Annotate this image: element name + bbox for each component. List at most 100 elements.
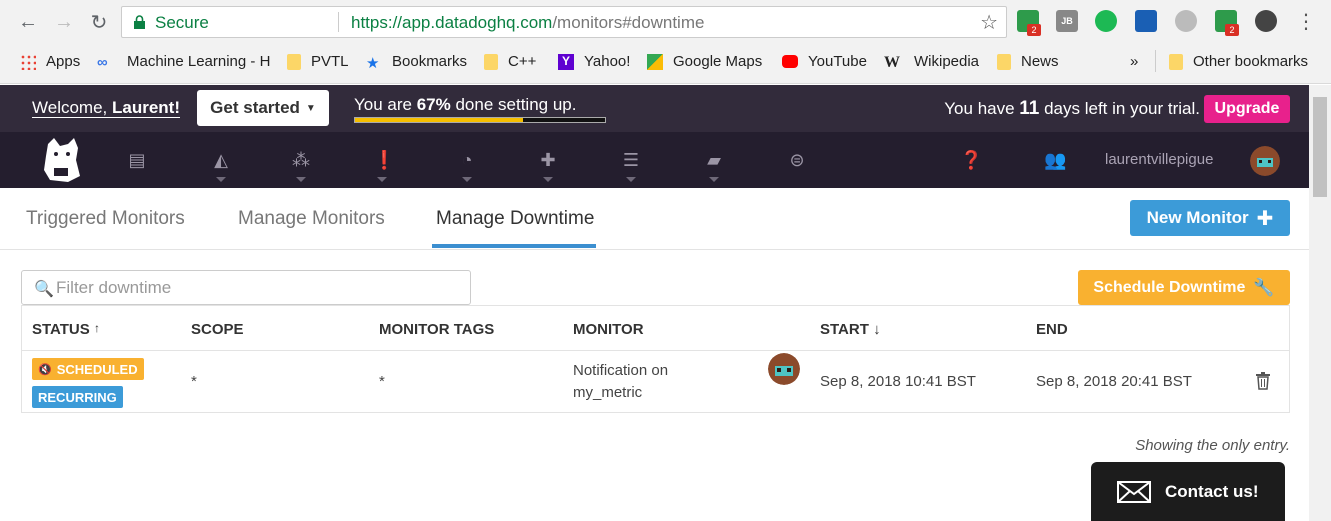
metrics-icon[interactable]: ◭ <box>210 150 232 170</box>
tab-manage-monitors[interactable]: Manage Monitors <box>238 208 385 230</box>
notebooks-caret-icon <box>709 177 719 182</box>
skype-icon[interactable] <box>1175 10 1197 32</box>
column-header-monitor[interactable]: MONITOR <box>573 321 644 338</box>
sort-ascending-icon: ↑ <box>93 321 100 335</box>
sort-descending-icon: ↓ <box>873 321 881 338</box>
bookmark-yahoo[interactable]: Y Yahoo! <box>558 53 630 70</box>
column-header-scope[interactable]: SCOPE <box>191 321 244 338</box>
bookmark-apps[interactable]: Apps <box>20 53 80 70</box>
tab-manage-downtime[interactable]: Manage Downtime <box>436 208 594 230</box>
jetbrains-icon[interactable]: JB <box>1056 10 1078 32</box>
bookmark-google-maps[interactable]: Google Maps <box>647 53 762 70</box>
bookmark-youtube[interactable]: YouTube <box>782 53 867 70</box>
setup-progress-bar <box>354 117 606 123</box>
table-row[interactable]: 🔇 SCHEDULED RECURRING * * Notification o… <box>22 351 1289 413</box>
start-time-cell: Sep 8, 2018 10:41 BST <box>820 373 976 390</box>
tab-triggered-monitors[interactable]: Triggered Monitors <box>26 208 185 230</box>
setup-status: You are 67% done setting up. <box>354 95 577 114</box>
browser-toolbar: ← → ↻ Secure https://app.datadoghq.com/m… <box>0 0 1331 44</box>
apm-gauge-icon[interactable]: ◔ <box>456 150 478 170</box>
downtime-table: STATUS ↑ SCOPE MONITOR TAGS MONITOR STAR… <box>21 305 1290 413</box>
bookmark-news[interactable]: News <box>997 53 1059 70</box>
monitor-name-line1[interactable]: Notification on <box>573 362 668 379</box>
logs-caret-icon <box>626 177 636 182</box>
scope-cell: * <box>191 373 197 390</box>
yahoo-icon: Y <box>558 53 574 70</box>
browser-menu-icon[interactable]: ⋮ <box>1296 9 1316 34</box>
bookmark-wikipedia[interactable]: W Wikipedia <box>884 53 979 71</box>
new-monitor-button[interactable]: New Monitor ✚ <box>1130 200 1290 236</box>
bookmark-star-icon[interactable]: ☆ <box>980 10 998 35</box>
star-icon: ★ <box>366 54 380 72</box>
search-icon: 🔍 <box>34 281 54 298</box>
scrollbar-thumb[interactable] <box>1313 97 1327 197</box>
forward-arrow-icon[interactable]: → <box>52 10 76 34</box>
youtube-icon <box>782 55 798 68</box>
filter-downtime-field[interactable]: 🔍 <box>21 270 471 305</box>
folder-icon <box>287 53 301 70</box>
back-arrow-icon[interactable]: ← <box>16 10 40 34</box>
bookmarks-overflow[interactable]: » <box>1130 53 1138 70</box>
address-bar[interactable]: Secure https://app.datadoghq.com/monitor… <box>121 6 1007 38</box>
schedule-downtime-button[interactable]: Schedule Downtime 🔧 <box>1078 270 1290 305</box>
apm-caret-icon <box>462 177 472 182</box>
integrations-puzzle-icon[interactable]: ✚ <box>537 150 559 170</box>
secure-label: Secure <box>155 13 209 32</box>
bookmark-machine-learning[interactable]: ∞ Machine Learning - H <box>97 53 270 71</box>
bookmark-cpp[interactable]: C++ <box>484 53 536 70</box>
team-icon[interactable]: 👥 <box>1044 150 1066 170</box>
creator-avatar <box>768 353 800 385</box>
bookmark-other[interactable]: Other bookmarks <box>1169 53 1308 70</box>
integrations-caret-icon <box>543 177 553 182</box>
contact-us-button[interactable]: Contact us! <box>1091 462 1285 521</box>
envelope-icon <box>1117 480 1151 503</box>
notebooks-icon[interactable]: ▰ <box>703 150 725 170</box>
extension-badge-2: 2 <box>1225 24 1239 36</box>
muted-speaker-icon: 🔇 <box>38 363 52 376</box>
get-started-button[interactable]: Get started ▼ <box>197 90 329 126</box>
synthetics-icon[interactable]: ⊜ <box>786 150 808 170</box>
trash-icon[interactable] <box>1255 372 1271 390</box>
datadog-logo-icon[interactable] <box>38 136 84 184</box>
status-badge-recurring: RECURRING <box>32 386 123 408</box>
trial-status: You have 11 days left in your trial. <box>944 98 1200 119</box>
folder-icon <box>997 53 1011 70</box>
wrench-icon: 🔧 <box>1253 277 1275 297</box>
wikipedia-icon: W <box>884 53 900 71</box>
bookmark-bookmarks[interactable]: ★ Bookmarks <box>366 53 467 72</box>
end-time-cell: Sep 8, 2018 20:41 BST <box>1036 373 1192 390</box>
bookmark-pvtl[interactable]: PVTL <box>287 53 349 70</box>
caret-down-icon: ▼ <box>305 102 316 114</box>
column-header-end[interactable]: END <box>1036 321 1068 338</box>
address-divider <box>338 12 339 32</box>
column-header-status[interactable]: STATUS ↑ <box>32 321 100 338</box>
main-nav: ▤ ◭ ⁂ ❗ ◔ ✚ ☰ ▰ ⊜ ❓ 👥 laurentvillepigue <box>0 132 1309 188</box>
monitors-icon[interactable]: ❗ <box>373 150 395 170</box>
active-tab-indicator <box>432 244 596 248</box>
entries-summary: Showing the only entry. <box>1135 437 1290 454</box>
plus-icon: ✚ <box>1256 207 1274 230</box>
reload-icon[interactable]: ↻ <box>87 10 111 34</box>
bookmark-ext-icon[interactable] <box>1135 10 1157 32</box>
logs-icon[interactable]: ☰ <box>620 150 642 170</box>
extension-dots-icon[interactable] <box>1255 10 1277 32</box>
chat-bubble-icon[interactable] <box>1095 10 1117 32</box>
help-icon[interactable]: ❓ <box>960 150 982 170</box>
user-avatar[interactable] <box>1250 146 1280 176</box>
column-header-start[interactable]: START ↓ <box>820 321 881 338</box>
metrics-caret-icon <box>216 177 226 182</box>
maps-icon <box>647 53 663 70</box>
column-header-monitor-tags[interactable]: MONITOR TAGS <box>379 321 494 338</box>
user-name[interactable]: laurentvillepigue <box>1105 151 1213 168</box>
upgrade-button[interactable]: Upgrade <box>1204 95 1290 123</box>
filter-downtime-input[interactable] <box>56 275 456 301</box>
welcome-link[interactable]: Welcome, Laurent! <box>32 99 180 118</box>
dashboards-icon[interactable]: ▤ <box>126 150 148 170</box>
monitors-caret-icon <box>377 177 387 182</box>
infrastructure-icon[interactable]: ⁂ <box>290 150 312 170</box>
apps-grid-icon <box>20 53 36 70</box>
infinity-icon: ∞ <box>97 53 108 71</box>
url-text[interactable]: https://app.datadoghq.com/monitors#downt… <box>351 13 704 33</box>
monitor-name-line2[interactable]: my_metric <box>573 384 642 401</box>
status-badge-scheduled: 🔇 SCHEDULED <box>32 358 144 380</box>
